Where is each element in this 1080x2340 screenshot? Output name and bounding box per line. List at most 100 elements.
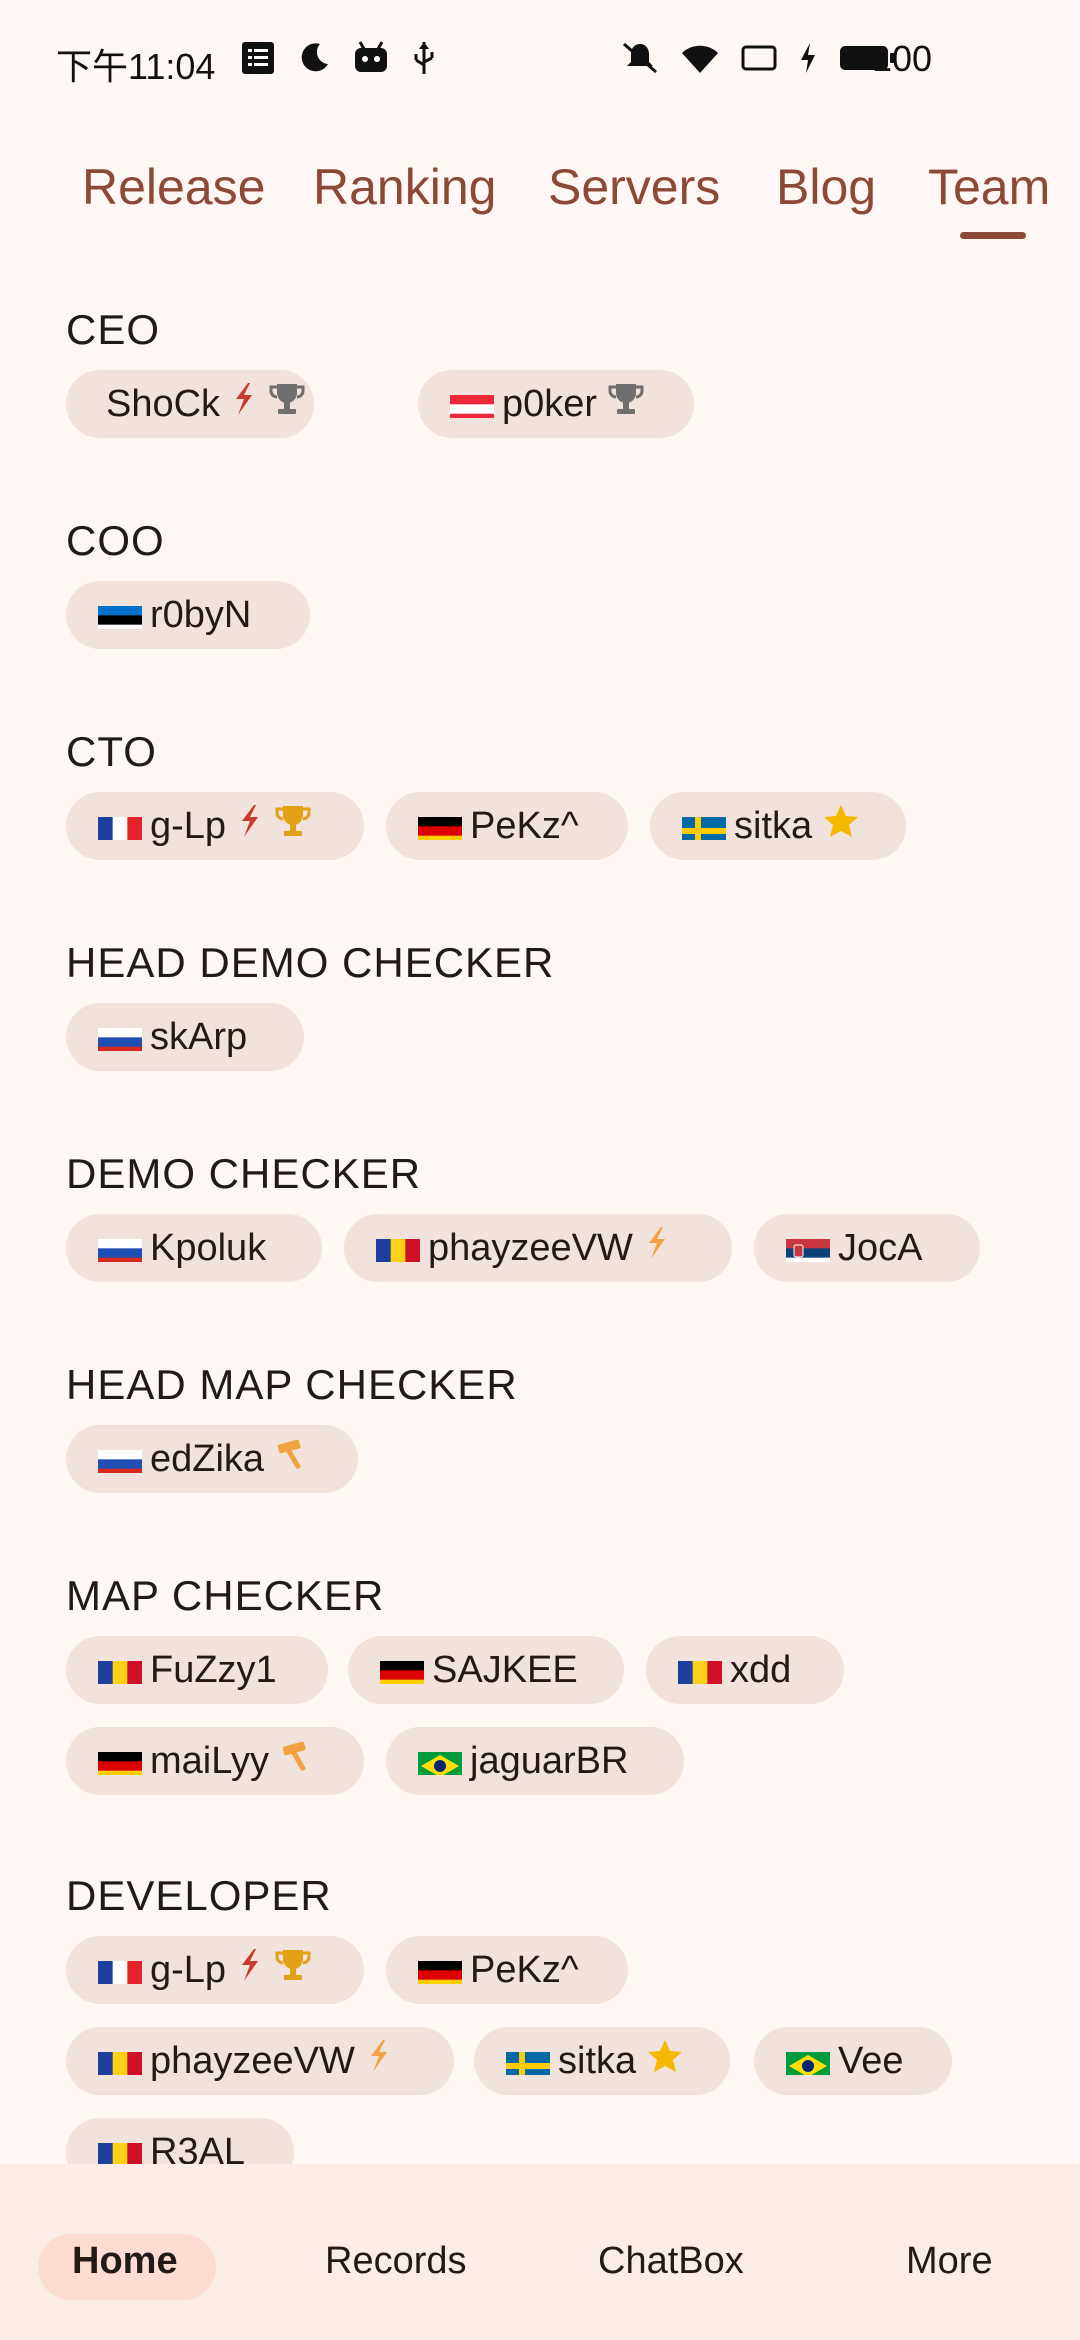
member-chip[interactable]: sitka: [474, 2027, 730, 2095]
member-chip[interactable]: xdd: [646, 1636, 844, 1704]
member-chip[interactable]: maiLyy: [66, 1727, 364, 1795]
member-name: maiLyy: [150, 1739, 269, 1782]
member-chip[interactable]: jaguarBR: [386, 1727, 684, 1795]
romania-flag-icon: [98, 2138, 142, 2164]
top-tab-bar: Release Ranking Servers Blog Team: [0, 150, 1080, 250]
brazil-flag-icon: [418, 1747, 462, 1775]
bottom-navigation: Home Records ChatBox More: [0, 2164, 1080, 2340]
nav-records[interactable]: Records: [325, 2240, 467, 2283]
romania-flag-icon: [98, 2047, 142, 2075]
member-chip[interactable]: phayzeeVW: [66, 2027, 454, 2095]
mute-icon: [623, 42, 657, 74]
member-chip[interactable]: PeKz^: [386, 792, 628, 860]
notes-icon: [242, 42, 274, 74]
member-chip[interactable]: JocA: [754, 1214, 980, 1282]
status-bar: 下午11:04 100: [0, 0, 1080, 120]
trophy-icon-gold: [274, 803, 312, 849]
member-name: ShoCk: [106, 382, 221, 425]
member-chip[interactable]: PeKz^: [386, 1936, 628, 2004]
member-chip[interactable]: g-Lp: [66, 1936, 364, 2004]
germany-flag-icon: [98, 1747, 142, 1775]
hammer-icon: [279, 1738, 313, 1784]
member-name: sitka: [734, 804, 813, 847]
member-name: jaguarBR: [470, 1739, 629, 1782]
sweden-flag-icon: [506, 2047, 550, 2075]
bolt-icon-orange: [365, 2038, 393, 2084]
android-icon: [355, 41, 387, 72]
member-chip[interactable]: ShoCk: [66, 370, 314, 438]
member-name: R3AL: [150, 2130, 246, 2165]
tab-servers[interactable]: Servers: [548, 158, 720, 216]
group-title: COO: [66, 517, 165, 564]
sweden-flag-icon: [682, 812, 726, 840]
member-chip[interactable]: g-Lp: [66, 792, 364, 860]
member-chip[interactable]: skArp: [66, 1003, 304, 1071]
group-title: HEAD MAP CHECKER: [66, 1361, 518, 1408]
member-chip[interactable]: Kpoluk: [66, 1214, 322, 1282]
moon-icon: [301, 43, 328, 72]
tab-ranking[interactable]: Ranking: [313, 158, 496, 216]
tab-blog[interactable]: Blog: [776, 158, 876, 216]
member-name: phayzeeVW: [428, 1226, 633, 1269]
group-title: CEO: [66, 306, 161, 353]
status-time: 下午11:04: [56, 46, 216, 87]
team-group: HEAD MAP CHECKER edZika: [66, 1355, 518, 1493]
member-chip[interactable]: sitka: [650, 792, 906, 860]
usb-icon: [414, 42, 434, 74]
group-title: MAP CHECKER: [66, 1572, 385, 1619]
team-list[interactable]: CEO ShoCk p0ker COO r0byN CTO g-Lp PeKz^ sitka HE…: [0, 270, 1080, 2164]
screen-icon: [741, 45, 777, 71]
member-name: r0byN: [150, 593, 252, 636]
tab-indicator: [960, 232, 1026, 239]
star-icon: [646, 2038, 684, 2084]
member-name: p0ker: [502, 382, 598, 425]
member-name: g-Lp: [150, 1948, 227, 1991]
france-flag-icon: [98, 812, 142, 840]
member-name: Kpoluk: [150, 1226, 267, 1269]
wifi-icon: [682, 45, 718, 73]
team-group: COO r0byN: [66, 511, 310, 649]
member-chip[interactable]: SAJKEE: [348, 1636, 624, 1704]
member-chip[interactable]: edZika: [66, 1425, 358, 1493]
russia-flag-icon: [98, 1445, 142, 1473]
tab-release[interactable]: Release: [82, 158, 265, 216]
romania-flag-icon: [98, 1656, 142, 1684]
bolt-icon-red: [230, 381, 258, 427]
russia-flag-icon: [98, 1023, 142, 1051]
team-group: CEO ShoCk p0ker: [66, 300, 694, 438]
trophy-icon-gold: [274, 1947, 312, 1993]
member-chip[interactable]: r0byN: [66, 581, 310, 649]
member-name: g-Lp: [150, 804, 227, 847]
bolt-icon-red: [236, 803, 264, 849]
star-icon: [822, 803, 860, 849]
russia-flag-icon: [98, 1234, 142, 1262]
bolt-icon-red: [236, 1947, 264, 1993]
member-name: FuZzy1: [150, 1648, 277, 1691]
team-group: DEMO CHECKER Kpoluk phayzeeVW JocA: [66, 1144, 980, 1282]
estonia-flag-icon: [98, 601, 142, 629]
tab-team[interactable]: Team: [928, 158, 1050, 216]
team-group: HEAD DEMO CHECKER skArp: [66, 933, 555, 1071]
group-title: DEVELOPER: [66, 1872, 332, 1919]
member-chip[interactable]: R3AL: [66, 2118, 294, 2164]
charging-icon: [801, 43, 815, 73]
nav-home[interactable]: Home: [72, 2240, 178, 2283]
member-name: sitka: [558, 2039, 637, 2082]
team-group: DEVELOPER g-Lp PeKz^ phayzeeVW sitka Vee R3AL: [66, 1866, 952, 2164]
member-chip[interactable]: Vee: [754, 2027, 952, 2095]
germany-flag-icon: [418, 812, 462, 840]
group-title: HEAD DEMO CHECKER: [66, 939, 555, 986]
nav-more[interactable]: More: [906, 2240, 993, 2283]
member-name: edZika: [150, 1437, 265, 1480]
member-chip[interactable]: p0ker: [418, 370, 694, 438]
bolt-icon-orange: [643, 1225, 671, 1271]
member-name: xdd: [730, 1648, 792, 1691]
member-chip[interactable]: FuZzy1: [66, 1636, 328, 1704]
nav-chatbox[interactable]: ChatBox: [598, 2240, 744, 2283]
member-name: PeKz^: [470, 1948, 579, 1991]
member-name: phayzeeVW: [150, 2039, 355, 2082]
member-name: PeKz^: [470, 804, 579, 847]
member-chip[interactable]: phayzeeVW: [344, 1214, 732, 1282]
member-name: JocA: [838, 1226, 923, 1269]
trophy-icon-gray: [607, 381, 645, 427]
